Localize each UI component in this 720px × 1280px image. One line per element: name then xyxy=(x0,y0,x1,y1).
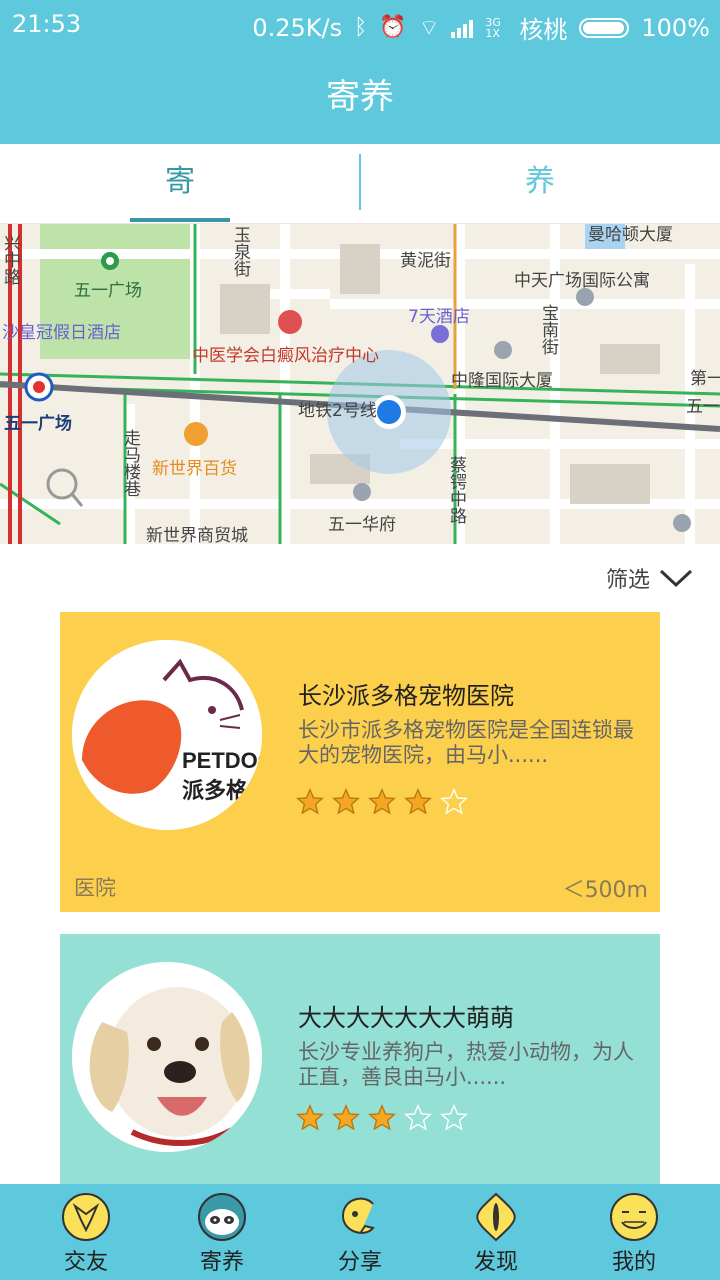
panda-icon xyxy=(198,1193,246,1241)
map-label-zoumalou: 走马楼巷 xyxy=(120,429,140,497)
star-filled-icon xyxy=(368,1104,396,1131)
star-empty-icon xyxy=(440,788,468,815)
list-item[interactable]: PETDOG 派多格 长沙派多格宠物医院 长沙市派多格宠物医院是全国连锁最大的宠… xyxy=(60,612,660,912)
page-title: 寄养 xyxy=(326,77,394,117)
logo-text-cn: 派多格 xyxy=(182,778,249,804)
signal-icon xyxy=(451,18,474,38)
alarm-icon: ⏰ xyxy=(379,15,407,40)
map-label-wuyi-huafu: 五一华府 xyxy=(328,515,396,535)
map-label-metro-station: 五一广场 xyxy=(4,414,72,434)
map-view[interactable]: 五一广场 沙皇冠假日酒店 中医学会白癜风治疗中心 黄泥街 7天酒店 中天广场国际… xyxy=(0,224,720,544)
map-label-hospital: 中医学会白癜风治疗中心 xyxy=(192,346,379,366)
nav-label: 分享 xyxy=(337,1250,382,1275)
nav-item-discover[interactable]: 发现 xyxy=(424,1184,568,1280)
map-label-xinshijie: 新世界百货 xyxy=(152,459,237,479)
list-item[interactable]: 大大大大大大大萌萌 长沙专业养狗户，热爱小动物，为人正直，善良由马小...... xyxy=(60,934,660,1194)
nav-label: 发现 xyxy=(473,1250,518,1275)
map-label-huangni-street: 黄泥街 xyxy=(400,251,451,271)
star-filled-icon xyxy=(296,788,324,815)
filter-button[interactable]: 筛选 xyxy=(606,562,650,594)
map-label-baonan: 宝南街 xyxy=(538,304,558,355)
network-type: 3G 1X xyxy=(485,15,501,40)
status-time: 21:53 xyxy=(12,10,82,38)
puppy-photo xyxy=(72,962,262,1152)
nav-item-profile[interactable]: 我的 xyxy=(562,1184,706,1280)
star-filled-icon xyxy=(332,1104,360,1131)
map-label-xingzhong: 兴中路 xyxy=(0,234,20,285)
network-speed: 0.25K/s xyxy=(252,13,343,42)
carrier-name: 核桃 xyxy=(519,16,568,44)
nav-label: 寄养 xyxy=(199,1250,244,1275)
status-bar: 21:53 0.25K/s ᛒ ⏰ ⌔ 3G 1X 核桃 100% xyxy=(0,0,720,50)
battery-icon xyxy=(579,17,630,38)
smiley-face-icon xyxy=(610,1193,658,1241)
cat-eye-icon xyxy=(476,1192,516,1242)
petdog-logo: PETDOG 派多格 xyxy=(72,640,262,830)
card-distance: ＜500m xyxy=(562,878,648,903)
card-description: 长沙市派多格宠物医院是全国连锁最大的宠物医院，由马小...... xyxy=(298,718,634,767)
card-description: 长沙专业养狗户，热爱小动物，为人正直，善良由马小...... xyxy=(298,1040,634,1089)
star-empty-icon xyxy=(404,1104,432,1131)
map-label-holiday-inn: 沙皇冠假日酒店 xyxy=(2,323,121,343)
map-label-seven-days: 7天酒店 xyxy=(408,307,470,327)
tab-active-indicator xyxy=(130,218,230,222)
map-label-manhattan: 曼哈顿大厦 xyxy=(588,225,673,245)
nav-item-friends[interactable]: 交友 xyxy=(14,1184,158,1280)
nav-label: 交友 xyxy=(63,1250,108,1275)
star-filled-icon xyxy=(404,788,432,815)
star-empty-icon xyxy=(440,1104,468,1131)
rating-stars xyxy=(296,1104,468,1132)
bluetooth-icon: ᛒ xyxy=(354,15,368,40)
tab-send[interactable]: 寄 xyxy=(0,144,360,224)
avatar xyxy=(72,962,262,1152)
card-title: 大大大大大大大萌萌 xyxy=(298,1004,514,1032)
status-right: 0.25K/s ᛒ ⏰ ⌔ 3G 1X 核桃 100% xyxy=(252,10,710,45)
nav-item-foster[interactable]: 寄养 xyxy=(150,1184,294,1280)
logo-text: PETDOG xyxy=(182,748,262,773)
tab-divider xyxy=(359,154,361,210)
nav-label: 我的 xyxy=(611,1250,656,1275)
star-filled-icon xyxy=(332,788,360,815)
map-label-metro-line: 地铁2号线 xyxy=(298,401,377,421)
map-label-di-yi: 第一 xyxy=(690,369,720,389)
map-label-caie-road: 蔡锷中路 xyxy=(446,456,466,524)
map-label-xinshijie-trade: 新世界商贸城 xyxy=(146,526,248,544)
nav-item-share[interactable]: 分享 xyxy=(288,1184,432,1280)
card-tag: 医院 xyxy=(74,876,116,900)
share-hook-icon xyxy=(341,1197,375,1234)
chevron-down-icon[interactable] xyxy=(658,566,694,590)
bottom-nav: 交友 寄养 分享 发现 我的 xyxy=(0,1184,720,1280)
app-bar: 寄养 xyxy=(0,50,720,144)
map-label-zhonglong: 中隆国际大厦 xyxy=(451,371,553,391)
fox-icon xyxy=(62,1193,110,1241)
rating-stars xyxy=(296,788,468,816)
card-title: 长沙派多格宠物医院 xyxy=(298,682,514,710)
map-label-wu-yi: 五一 xyxy=(686,397,720,417)
battery-level: 100% xyxy=(641,13,710,42)
map-label-zhongtian: 中天广场国际公寓 xyxy=(514,271,650,291)
star-filled-icon xyxy=(368,788,396,815)
tab-foster[interactable]: 养 xyxy=(360,144,720,224)
wifi-icon: ⌔ xyxy=(418,15,440,41)
map-label-yuquan: 玉泉街 xyxy=(230,226,250,277)
map-label-wuyi-square: 五一广场 xyxy=(74,281,142,301)
star-filled-icon xyxy=(296,1104,324,1131)
avatar: PETDOG 派多格 xyxy=(72,640,262,830)
